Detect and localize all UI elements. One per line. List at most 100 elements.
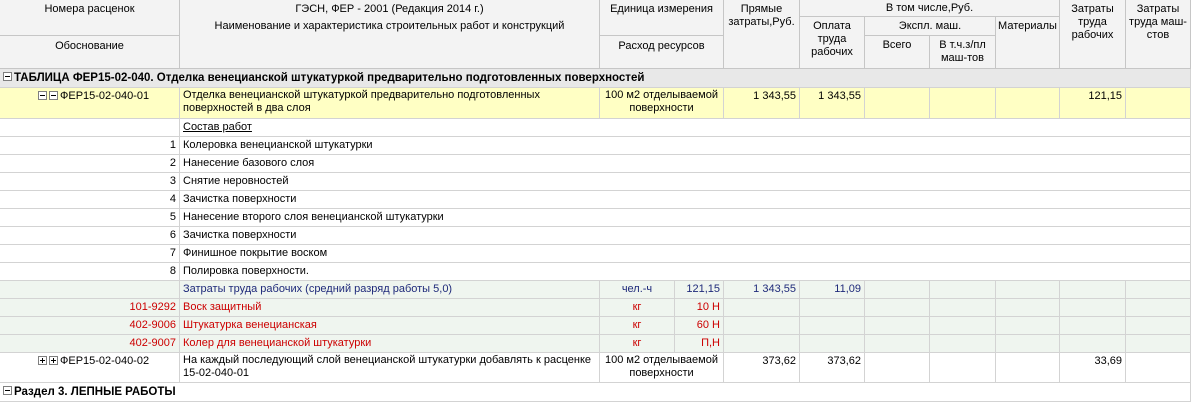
col-header-pryamye-label: Прямые затраты,Руб.	[728, 3, 795, 28]
col-header-zatr-mash[interactable]: Затраты труда маш-стов	[1126, 0, 1191, 69]
step-number: 5	[0, 209, 180, 227]
item-code: ФЕР15-02-040-02	[60, 355, 150, 367]
collapse-icon[interactable]	[3, 72, 12, 82]
material-qty: 60 Н	[675, 317, 724, 335]
labor-pay: 11,09	[800, 281, 865, 299]
col-header-vtch[interactable]: В т.ч.з/пл маш-тов	[930, 36, 996, 69]
col-header-obosnovanie-label: Обоснование	[55, 40, 124, 52]
material-name: Штукатурка венецианская	[180, 317, 600, 335]
item-direct: 1 343,55	[724, 88, 800, 119]
col-header-v-tom: В том числе,Руб.	[800, 0, 1060, 17]
col-header-ekspl-label: Экспл. маш.	[898, 20, 962, 32]
table-group-row[interactable]: ТАБЛИЦА ФЕР15-02-040. Отделка венецианск…	[0, 69, 1191, 88]
table-row-material[interactable]: 402-9006 Штукатурка венецианская кг 60 Н	[0, 317, 1191, 335]
list-item: 4 Зачистка поверхности	[0, 191, 1191, 209]
table-row-item1[interactable]: ФЕР15-02-040-01 Отделка венецианской шту…	[0, 88, 1191, 119]
list-item: 5 Нанесение второго слоя венецианской шт…	[0, 209, 1191, 227]
col-header-rashod-label: Расход ресурсов	[618, 40, 705, 52]
col-header-oplata[interactable]: Оплата труда рабочих	[800, 17, 865, 69]
section-row[interactable]: Раздел 3. ЛЕПНЫЕ РАБОТЫ	[0, 383, 1191, 402]
col-header-ed-label: Единица измерения	[610, 3, 713, 15]
step-text: Полировка поверхности.	[180, 263, 1191, 281]
section-title: Раздел 3. ЛЕПНЫЕ РАБОТЫ	[14, 386, 176, 398]
table-row-item2[interactable]: ФЕР15-02-040-02 На каждый последующий сл…	[0, 353, 1191, 383]
item-vtch	[930, 88, 996, 119]
labor-qty: 121,15	[675, 281, 724, 299]
list-item: 6 Зачистка поверхности	[0, 227, 1191, 245]
collapse-icon[interactable]	[49, 90, 58, 100]
step-number: 3	[0, 173, 180, 191]
material-name: Воск защитный	[180, 299, 600, 317]
table-row-material[interactable]: 402-9007 Колер для венецианской штукатур…	[0, 335, 1191, 353]
col-header-obosnovanie[interactable]: Обоснование	[0, 36, 180, 69]
collapse-icon[interactable]	[38, 90, 47, 100]
item-vsego	[865, 88, 930, 119]
step-text: Зачистка поверхности	[180, 227, 1191, 245]
step-text: Снятие неровностей	[180, 173, 1191, 191]
material-name: Колер для венецианской штукатурки	[180, 335, 600, 353]
step-number: 4	[0, 191, 180, 209]
item-name: Отделка венецианской штукатуркой предвар…	[180, 88, 600, 119]
grid-header: Номера расценок Обоснование ГЭСН, ФЕР - …	[0, 0, 1191, 69]
col-header-ekspl: Экспл. маш.	[865, 17, 996, 36]
step-number: 1	[0, 137, 180, 155]
step-number: 7	[0, 245, 180, 263]
step-text: Финишное покрытие воском	[180, 245, 1191, 263]
step-number: 8	[0, 263, 180, 281]
item-unit: 100 м2 отделываемой поверхности	[600, 353, 724, 383]
col-header-ed[interactable]: Единица измерения	[600, 0, 724, 36]
list-item-sostav: Состав работ	[0, 119, 1191, 137]
item-direct: 373,62	[724, 353, 800, 383]
list-item: 2 Нанесение базового слоя	[0, 155, 1191, 173]
table-row-material[interactable]: 101-9292 Воск защитный кг 10 Н	[0, 299, 1191, 317]
col-header-v-tom-label: В том числе,Руб.	[885, 2, 974, 14]
step-number: 2	[0, 155, 180, 173]
item-pay: 373,62	[800, 353, 865, 383]
list-item: 1 Колеровка венецианской штукатурки	[0, 137, 1191, 155]
list-item: 7 Финишное покрытие воском	[0, 245, 1191, 263]
col-header-nomera-label: Номера расценок	[44, 3, 135, 15]
item-materials	[996, 88, 1060, 119]
expand-icon[interactable]	[38, 355, 47, 365]
estimate-grid: Номера расценок Обоснование ГЭСН, ФЕР - …	[0, 0, 1191, 402]
material-unit: кг	[600, 299, 675, 317]
list-item: 3 Снятие неровностей	[0, 173, 1191, 191]
material-unit: кг	[600, 317, 675, 335]
col-header-vsego-label: Всего	[882, 39, 912, 51]
step-text: Зачистка поверхности	[180, 191, 1191, 209]
col-header-zatr-mash-label: Затраты труда маш-стов	[1129, 3, 1187, 41]
labor-unit: чел.-ч	[600, 281, 675, 299]
col-header-oplata-label: Оплата труда рабочих	[811, 20, 853, 58]
col-header-naim-label: Наименование и характеристика строительн…	[214, 20, 565, 32]
item-labor: 33,69	[1060, 353, 1126, 383]
col-header-vsego[interactable]: Всего	[865, 36, 930, 69]
collapse-icon[interactable]	[3, 386, 12, 396]
material-code: 402-9006	[0, 317, 180, 335]
material-unit: кг	[600, 335, 675, 353]
step-text: Колеровка венецианской штукатурки	[180, 137, 1191, 155]
expand-icon[interactable]	[49, 355, 58, 365]
list-item: 8 Полировка поверхности.	[0, 263, 1191, 281]
material-qty: П,Н	[675, 335, 724, 353]
col-header-materialy[interactable]: Материалы	[996, 17, 1060, 69]
table-row-labor[interactable]: Затраты труда рабочих (средний разряд ра…	[0, 281, 1191, 299]
material-code: 101-9292	[0, 299, 180, 317]
table-group-title: ТАБЛИЦА ФЕР15-02-040. Отделка венецианск…	[14, 72, 645, 84]
labor-direct: 1 343,55	[724, 281, 800, 299]
col-header-naim[interactable]: ГЭСН, ФЕР - 2001 (Редакция 2014 г.) Наим…	[180, 0, 600, 69]
col-header-zatr-rab[interactable]: Затраты труда рабочих	[1060, 0, 1126, 69]
step-text: Нанесение второго слоя венецианской штук…	[180, 209, 1191, 227]
item-name: На каждый последующий слой венецианской …	[180, 353, 600, 383]
col-header-rashod[interactable]: Расход ресурсов	[600, 36, 724, 69]
material-code: 402-9007	[0, 335, 180, 353]
item-code: ФЕР15-02-040-01	[60, 90, 150, 102]
col-header-nomera[interactable]: Номера расценок	[0, 0, 180, 36]
col-header-pryamye[interactable]: Прямые затраты,Руб.	[724, 0, 800, 69]
step-text: Нанесение базового слоя	[180, 155, 1191, 173]
step-number: 6	[0, 227, 180, 245]
col-header-vtch-label: В т.ч.з/пл маш-тов	[939, 39, 986, 64]
labor-text: Затраты труда рабочих (средний разряд ра…	[180, 281, 600, 299]
col-header-materialy-label: Материалы	[998, 20, 1057, 32]
item-unit: 100 м2 отделываемой поверхности	[600, 88, 724, 119]
item-pay: 1 343,55	[800, 88, 865, 119]
